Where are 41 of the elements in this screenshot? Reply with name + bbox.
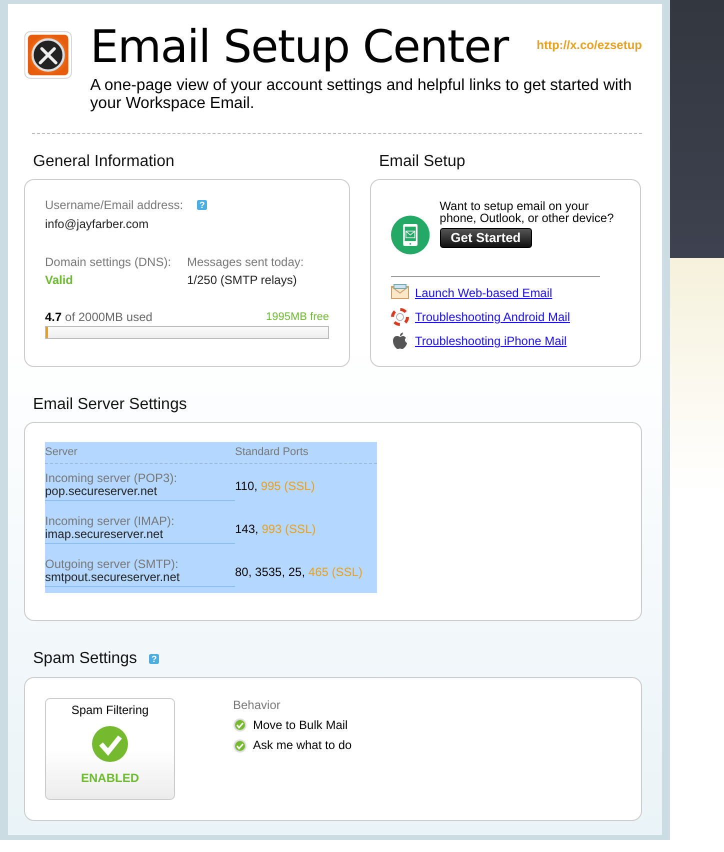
check-icon[interactable] bbox=[233, 738, 247, 753]
field-label: Domain settings (DNS): bbox=[45, 254, 172, 270]
option-label: Ask me what to do bbox=[253, 738, 352, 753]
check-icon[interactable] bbox=[233, 718, 247, 732]
port-list: 110, 995 (SSL) bbox=[235, 480, 315, 493]
apple-icon bbox=[391, 332, 409, 350]
field-label: Messages sent today: bbox=[187, 254, 304, 270]
section-heading: Spam Settings bbox=[33, 649, 138, 669]
server-label: Outgoing server (SMTP): bbox=[45, 558, 180, 571]
field-value: info@jayfarber.com bbox=[45, 216, 150, 231]
page-title: Email Setup Center bbox=[90, 24, 508, 69]
help-link[interactable]: Troubleshooting iPhone Mail bbox=[415, 334, 567, 348]
get-started-button[interactable]: Get Started bbox=[440, 228, 532, 248]
port-list: 143, 993 (SSL) bbox=[235, 522, 316, 536]
port-list: 80, 3535, 25, 465 (SSL) bbox=[235, 566, 362, 579]
status-text: Valid bbox=[45, 273, 74, 288]
server-host: pop.secureserver.net bbox=[45, 484, 158, 498]
column-header: Standard Ports bbox=[235, 446, 308, 460]
section-heading: Email Setup bbox=[379, 152, 466, 172]
field-label: Username/Email address: bbox=[45, 198, 184, 213]
section-heading: General Information bbox=[33, 152, 176, 172]
setup-prompt: Want to setup email on your phone, Outlook, or other device? bbox=[440, 200, 615, 224]
free-space-text: 1995MB free bbox=[266, 310, 329, 324]
behavior-label: Behavior bbox=[233, 698, 282, 712]
server-host: smtpout.secureserver.net bbox=[45, 570, 181, 584]
field-value: 1/250 (SMTP relays) bbox=[187, 273, 298, 288]
help-link[interactable]: Launch Web-based Email bbox=[415, 286, 552, 300]
option-label: Move to Bulk Mail bbox=[253, 718, 348, 732]
status-text: ENABLED bbox=[80, 770, 140, 786]
section-heading: Email Server Settings bbox=[33, 395, 188, 414]
usage-text: 4.7 of 2000MB used bbox=[45, 310, 152, 324]
page-subtitle: A one-page view of your account settings and helpful links to get started with your Workspace Email. bbox=[90, 77, 633, 113]
spam-filter-panel[interactable]: Spam Filtering ENABLED bbox=[45, 698, 175, 800]
help-link[interactable]: Troubleshooting Android Mail bbox=[415, 310, 570, 324]
server-label: Incoming server (POP3): bbox=[45, 472, 178, 485]
server-host: imap.secureserver.net bbox=[45, 528, 164, 541]
check-icon bbox=[91, 724, 129, 763]
lifebuoy-icon bbox=[391, 308, 409, 326]
panel-title: Spam Filtering bbox=[70, 702, 150, 717]
server-label: Incoming server (IMAP): bbox=[45, 514, 176, 528]
column-header: Server bbox=[45, 446, 78, 460]
